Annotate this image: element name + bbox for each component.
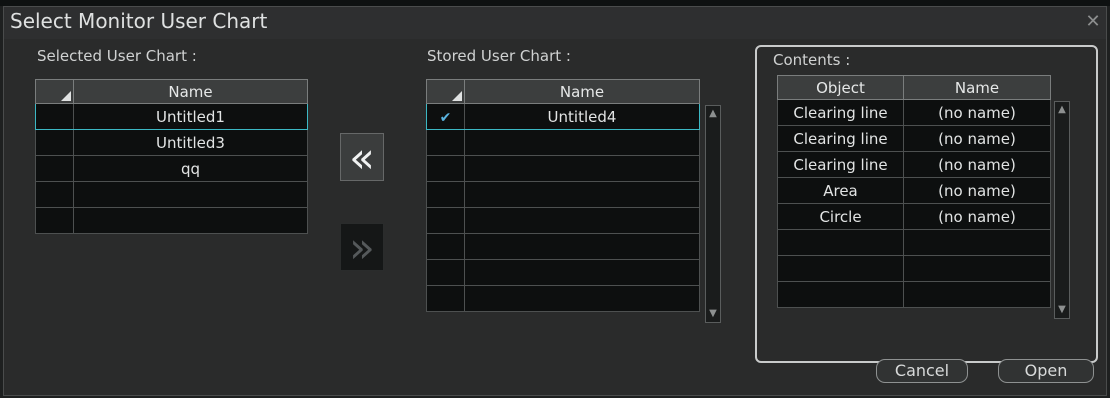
- dialog-title: Select Monitor User Chart: [10, 9, 268, 33]
- table-cell-object: [777, 281, 904, 308]
- row-checkbox[interactable]: [426, 181, 465, 208]
- table-row[interactable]: [426, 285, 700, 312]
- table-row[interactable]: [777, 229, 1051, 256]
- table-row[interactable]: Clearing line (no name): [777, 99, 1051, 126]
- table-cell-name: Untitled1: [73, 103, 308, 130]
- table-row[interactable]: Clearing line (no name): [777, 125, 1051, 152]
- table-row[interactable]: qq: [35, 155, 308, 182]
- table-cell-name: (no name): [903, 125, 1051, 152]
- column-header-name[interactable]: Name: [464, 79, 700, 104]
- table-cell-object: [777, 229, 904, 256]
- row-checkbox[interactable]: [35, 155, 74, 182]
- table-row[interactable]: [35, 207, 308, 234]
- table-cell-name: Untitled3: [73, 129, 308, 156]
- table-header-row: Object Name: [777, 75, 1051, 100]
- check-icon: ✔: [439, 109, 452, 126]
- table-cell-object: Circle: [777, 203, 904, 230]
- move-to-stored-button[interactable]: »: [340, 222, 384, 272]
- stored-user-chart-table: Name ✔ Untitled4: [426, 79, 700, 312]
- select-all-corner[interactable]: [426, 79, 465, 104]
- table-cell-name: [73, 181, 308, 208]
- table-cell-object: Clearing line: [777, 99, 904, 126]
- table-row[interactable]: Area (no name): [777, 177, 1051, 204]
- move-to-selected-button[interactable]: «: [340, 132, 384, 182]
- table-cell-name: [903, 281, 1051, 308]
- select-monitor-user-chart-dialog: Select Monitor User Chart ✕ Selected Use…: [3, 6, 1107, 396]
- row-checkbox[interactable]: [426, 129, 465, 156]
- selected-user-chart-table: Name Untitled1 Untitled3 qq: [35, 79, 308, 234]
- table-cell-name: (no name): [903, 177, 1051, 204]
- contents-scrollbar[interactable]: ▲ ▼: [1054, 101, 1070, 319]
- table-cell-object: Area: [777, 177, 904, 204]
- stored-user-chart-label: Stored User Chart :: [427, 47, 571, 65]
- table-row[interactable]: [777, 281, 1051, 308]
- table-cell-name: [464, 129, 700, 156]
- close-icon[interactable]: ✕: [1084, 13, 1102, 31]
- scroll-up-icon[interactable]: ▲: [1056, 104, 1068, 116]
- table-cell-object: Clearing line: [777, 125, 904, 152]
- row-checkbox[interactable]: [426, 259, 465, 286]
- table-row[interactable]: Untitled3: [35, 129, 308, 156]
- table-row[interactable]: [777, 255, 1051, 282]
- table-row[interactable]: [426, 129, 700, 156]
- table-header-row: Name: [35, 79, 308, 104]
- row-checkbox[interactable]: [35, 129, 74, 156]
- row-checkbox[interactable]: [35, 207, 74, 234]
- select-all-corner[interactable]: [35, 79, 74, 104]
- scroll-down-icon[interactable]: ▼: [1056, 304, 1068, 316]
- selected-user-chart-label: Selected User Chart :: [37, 47, 197, 65]
- row-checkbox[interactable]: [35, 181, 74, 208]
- row-checkbox[interactable]: [426, 285, 465, 312]
- scroll-up-icon[interactable]: ▲: [707, 108, 719, 120]
- stored-scrollbar[interactable]: ▲ ▼: [705, 105, 721, 323]
- table-row[interactable]: [426, 259, 700, 286]
- cancel-button[interactable]: Cancel: [876, 359, 968, 383]
- row-checkbox[interactable]: [426, 233, 465, 260]
- column-header-object[interactable]: Object: [777, 75, 904, 100]
- table-header-row: Name: [426, 79, 700, 104]
- table-cell-name: [464, 259, 700, 286]
- open-button[interactable]: Open: [998, 359, 1094, 383]
- row-checkbox[interactable]: ✔: [426, 103, 465, 130]
- table-row[interactable]: [426, 233, 700, 260]
- table-row[interactable]: Circle (no name): [777, 203, 1051, 230]
- table-cell-name: [464, 207, 700, 234]
- table-cell-name: [464, 155, 700, 182]
- row-checkbox[interactable]: [426, 207, 465, 234]
- table-cell-object: [777, 255, 904, 282]
- table-cell-name: (no name): [903, 203, 1051, 230]
- row-checkbox[interactable]: [35, 103, 74, 130]
- title-bar: Select Monitor User Chart ✕: [4, 7, 1106, 39]
- contents-panel: Contents : Object Name Clearing line (no …: [755, 45, 1098, 363]
- table-cell-name: [903, 255, 1051, 282]
- table-cell-name: [903, 229, 1051, 256]
- double-chevron-left-icon: «: [349, 132, 375, 182]
- table-row[interactable]: [35, 181, 308, 208]
- table-cell-name: Untitled4: [464, 103, 700, 130]
- table-cell-object: Clearing line: [777, 151, 904, 178]
- table-row[interactable]: [426, 181, 700, 208]
- table-row[interactable]: ✔ Untitled4: [426, 103, 700, 130]
- table-cell-name: [464, 181, 700, 208]
- table-cell-name: [464, 233, 700, 260]
- column-header-name[interactable]: Name: [73, 79, 308, 104]
- column-header-name[interactable]: Name: [903, 75, 1051, 100]
- double-chevron-right-icon: »: [349, 222, 375, 272]
- scroll-down-icon[interactable]: ▼: [707, 308, 719, 320]
- table-cell-name: (no name): [903, 151, 1051, 178]
- contents-table: Object Name Clearing line (no name) Cleari…: [777, 75, 1051, 308]
- table-cell-name: qq: [73, 155, 308, 182]
- table-cell-name: [73, 207, 308, 234]
- table-cell-name: [464, 285, 700, 312]
- table-row[interactable]: [426, 207, 700, 234]
- contents-label: Contents :: [773, 51, 851, 69]
- table-row[interactable]: Untitled1: [35, 103, 308, 130]
- row-checkbox[interactable]: [426, 155, 465, 182]
- table-row[interactable]: [426, 155, 700, 182]
- table-row[interactable]: Clearing line (no name): [777, 151, 1051, 178]
- table-cell-name: (no name): [903, 99, 1051, 126]
